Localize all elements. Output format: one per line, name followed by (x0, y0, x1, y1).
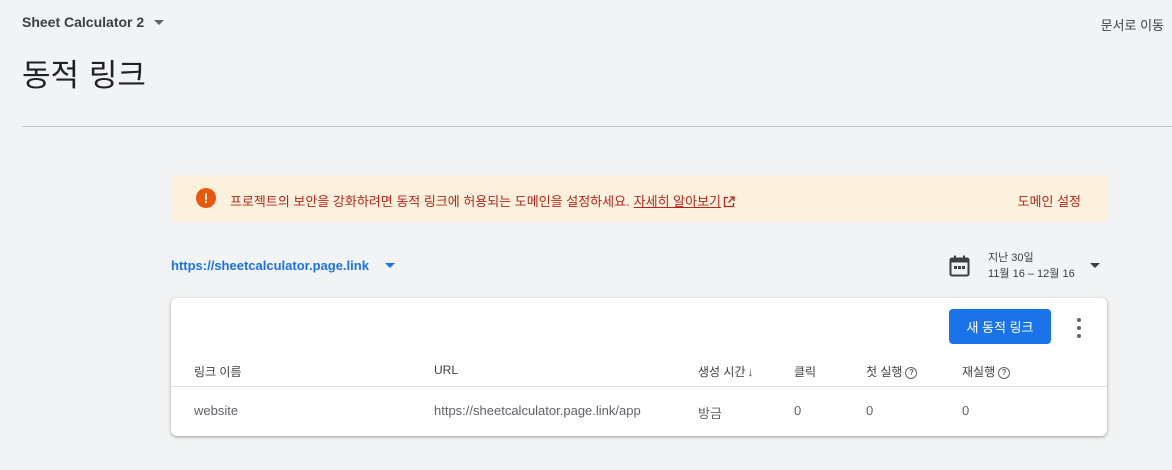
more-vert-icon[interactable] (1071, 318, 1087, 338)
help-icon[interactable]: ? (905, 366, 918, 379)
warning-banner: ! 프로젝트의 보안을 강화하려면 동적 링크에 허용되는 도메인을 설정하세요… (171, 175, 1107, 222)
learn-more-link[interactable]: 자세히 알아보기 (634, 194, 735, 209)
domain-value: https://sheetcalculator.page.link (171, 258, 369, 273)
learn-more-label: 자세히 알아보기 (633, 194, 721, 209)
date-range-label: 지난 30일 (988, 252, 1034, 264)
chevron-down-icon (154, 20, 165, 25)
date-range-selector[interactable]: 지난 30일 11월 16 – 12월 16 (949, 250, 1105, 282)
error-icon: ! (196, 188, 216, 208)
column-header-created-label: 생성 시간 (698, 365, 746, 379)
column-header-reopens[interactable]: 재실행? (962, 363, 1011, 380)
column-header-name[interactable]: 링크 이름 (194, 363, 242, 380)
help-icon[interactable]: ? (998, 366, 1011, 379)
table-header: 링크 이름 URL 생성 시간 ↓ 클릭 첫 실행? 재실행? (171, 360, 1107, 387)
date-range-text: 지난 30일 11월 16 – 12월 16 (988, 250, 1075, 282)
new-dynamic-link-button[interactable]: 새 동적 링크 (949, 309, 1051, 344)
first-opens-cell: 0 (866, 403, 874, 418)
link-name-cell: website (194, 403, 239, 418)
chevron-down-icon (1090, 263, 1100, 268)
project-selector[interactable]: Sheet Calculator 2 (22, 14, 165, 30)
warning-text: 프로젝트의 보안을 강화하려면 동적 링크에 허용되는 도메인을 설정하세요. (230, 194, 630, 209)
open-in-new-icon (723, 196, 735, 208)
domain-selector[interactable]: https://sheetcalculator.page.link (171, 258, 395, 273)
clicks-cell: 0 (794, 403, 802, 418)
date-range-value: 11월 16 – 12월 16 (988, 268, 1075, 280)
docs-link[interactable]: 문서로 이동 (1101, 15, 1164, 34)
chevron-down-icon (384, 263, 395, 268)
column-header-first-opens-label: 첫 실행 (866, 365, 903, 379)
column-header-reopens-label: 재실행 (962, 365, 996, 379)
column-header-url[interactable]: URL (434, 363, 458, 377)
created-cell: 방금 (698, 406, 722, 421)
column-header-created[interactable]: 생성 시간 ↓ (698, 363, 754, 380)
calendar-icon (949, 255, 970, 277)
warning-message: 프로젝트의 보안을 강화하려면 동적 링크에 허용되는 도메인을 설정하세요. 자… (230, 191, 735, 210)
reopens-cell: 0 (962, 403, 970, 418)
header-divider (22, 126, 1172, 127)
column-header-first-opens[interactable]: 첫 실행? (866, 363, 918, 380)
column-header-clicks[interactable]: 클릭 (794, 363, 816, 380)
page-title: 동적 링크 (22, 58, 146, 94)
link-url-cell: https://sheetcalculator.page.link/app (434, 403, 641, 418)
project-name: Sheet Calculator 2 (22, 14, 145, 30)
arrow-down-icon: ↓ (747, 365, 754, 379)
links-table-card: 새 동적 링크 링크 이름 URL 생성 시간 ↓ 클릭 첫 실행? 재실행? w… (171, 298, 1107, 436)
table-row[interactable]: website https://sheetcalculator.page.lin… (171, 387, 1107, 431)
domain-setup-button[interactable]: 도메인 설정 (1018, 191, 1081, 210)
